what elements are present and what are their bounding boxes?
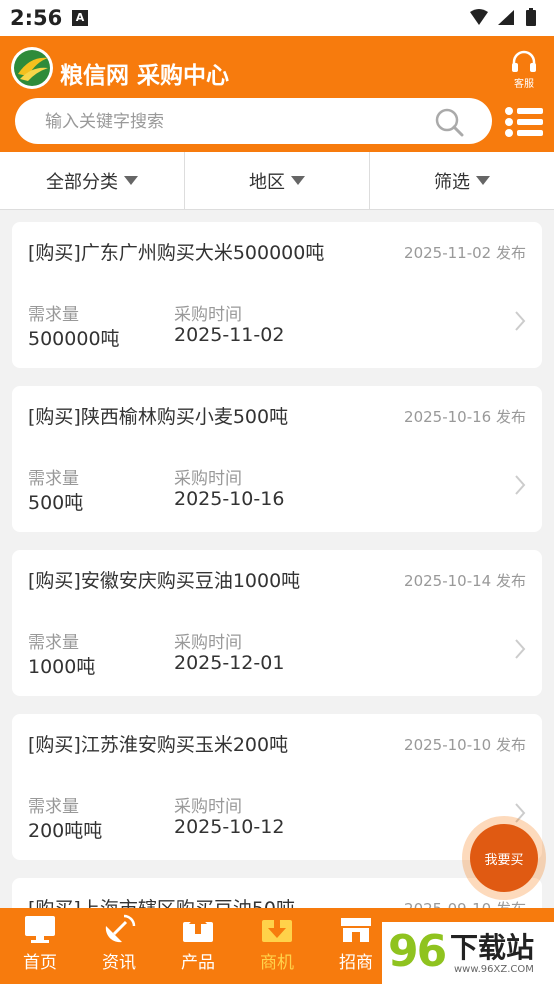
filter-region[interactable]: 地区 [185, 152, 370, 209]
quantity-value: 500000吨 [28, 328, 120, 350]
want-to-buy-label: 我要买 [470, 824, 538, 892]
customer-service-label: 客服 [514, 79, 534, 90]
listing-date: 2025-11-02 发布 [404, 244, 526, 262]
filter-region-label: 地区 [249, 171, 285, 193]
tab-products-label: 产品 [181, 953, 215, 973]
list-menu-icon[interactable] [504, 106, 544, 138]
list-item[interactable]: [购买]陕西榆林购买小麦500吨 2025-10-16 发布 需求量 500吨 … [12, 386, 542, 532]
search-icon[interactable] [434, 107, 464, 137]
filter-bar: 全部分类 地区 筛选 [0, 152, 554, 210]
app-header: 粮信网 采购中心 客服 [0, 36, 554, 152]
quantity-label: 需求量 [28, 305, 79, 325]
quantity-label: 需求量 [28, 469, 79, 489]
purchase-time-value: 2025-11-02 [174, 324, 285, 346]
list-item[interactable]: [购买]上海市辖区购买豆油50吨 2025-09-10 发布 [12, 878, 542, 908]
customer-service-button[interactable]: 客服 [508, 50, 540, 90]
tab-home[interactable]: 首页 [10, 914, 70, 973]
filter-screen-label: 筛选 [434, 171, 470, 193]
purchase-time-value: 2025-10-12 [174, 816, 285, 838]
tab-news-label: 资讯 [102, 953, 136, 973]
logo-icon [11, 47, 53, 89]
purchase-time-value: 2025-12-01 [174, 652, 285, 674]
notification-icon: A [72, 10, 88, 26]
list-item[interactable]: [购买]广东广州购买大米500000吨 2025-11-02 发布 需求量 50… [12, 222, 542, 368]
tab-home-label: 首页 [23, 953, 57, 973]
tab-news[interactable]: 资讯 [89, 914, 149, 973]
list-item[interactable]: [购买]江苏淮安购买玉米200吨 2025-10-10 发布 需求量 200吨吨… [12, 714, 542, 860]
purchase-time-label: 采购时间 [174, 305, 242, 325]
watermark-number: 96 [388, 926, 447, 977]
box-down-icon [262, 918, 292, 942]
listing-date: 2025-10-16 发布 [404, 408, 526, 426]
status-bar: 2:56 A [0, 0, 554, 36]
purchase-time-value: 2025-10-16 [174, 488, 285, 510]
quantity-label: 需求量 [28, 633, 79, 653]
purchase-time-label: 采购时间 [174, 797, 242, 817]
listing-date: 2025-10-14 发布 [404, 572, 526, 590]
monitor-icon [25, 916, 55, 943]
watermark-logo: 96 下载站 www.96XZ.COM [382, 922, 554, 984]
listing-title: [购买]陕西榆林购买小麦500吨 [28, 406, 289, 428]
want-to-buy-button[interactable]: 我要买 [462, 816, 546, 900]
search-bar[interactable] [15, 98, 492, 144]
tab-opportunities-label: 商机 [260, 953, 294, 973]
purchase-time-label: 采购时间 [174, 469, 242, 489]
quantity-value: 200吨吨 [28, 820, 103, 842]
listing-title: [购买]上海市辖区购买豆油50吨 [28, 894, 295, 908]
listing-title: [购买]江苏淮安购买玉米200吨 [28, 734, 289, 756]
filter-category-label: 全部分类 [46, 171, 118, 193]
chevron-right-icon [515, 311, 526, 331]
caret-down-icon [291, 176, 305, 185]
filter-category[interactable]: 全部分类 [0, 152, 185, 209]
quantity-value: 1000吨 [28, 656, 96, 678]
page-title: 粮信网 采购中心 [60, 63, 230, 89]
system-status-icons [470, 8, 536, 26]
box-up-icon [183, 914, 213, 942]
watermark-text: 下载站 [450, 931, 535, 964]
caret-down-icon [124, 176, 138, 185]
caret-down-icon [476, 176, 490, 185]
satellite-icon [105, 914, 136, 943]
tab-investment[interactable]: 招商 [326, 914, 386, 973]
tab-investment-label: 招商 [339, 953, 373, 973]
quantity-value: 500吨 [28, 492, 84, 514]
status-time: 2:56 [10, 6, 63, 30]
listing-date: 2025-10-10 发布 [404, 736, 526, 754]
quantity-label: 需求量 [28, 797, 79, 817]
tab-products[interactable]: 产品 [168, 914, 228, 973]
search-input[interactable] [45, 110, 405, 134]
purchase-list: [购买]广东广州购买大米500000吨 2025-11-02 发布 需求量 50… [0, 210, 554, 908]
watermark-url: www.96XZ.COM [454, 964, 534, 975]
list-item[interactable]: [购买]安徽安庆购买豆油1000吨 2025-10-14 发布 需求量 1000… [12, 550, 542, 696]
listing-title: [购买]安徽安庆购买豆油1000吨 [28, 570, 301, 592]
listing-title: [购买]广东广州购买大米500000吨 [28, 242, 325, 264]
chevron-right-icon [515, 475, 526, 495]
chevron-right-icon [515, 639, 526, 659]
tab-opportunities[interactable]: 商机 [247, 914, 307, 973]
headset-icon [512, 50, 536, 72]
purchase-time-label: 采购时间 [174, 633, 242, 653]
filter-screen[interactable]: 筛选 [370, 152, 554, 209]
store-icon [341, 918, 371, 942]
